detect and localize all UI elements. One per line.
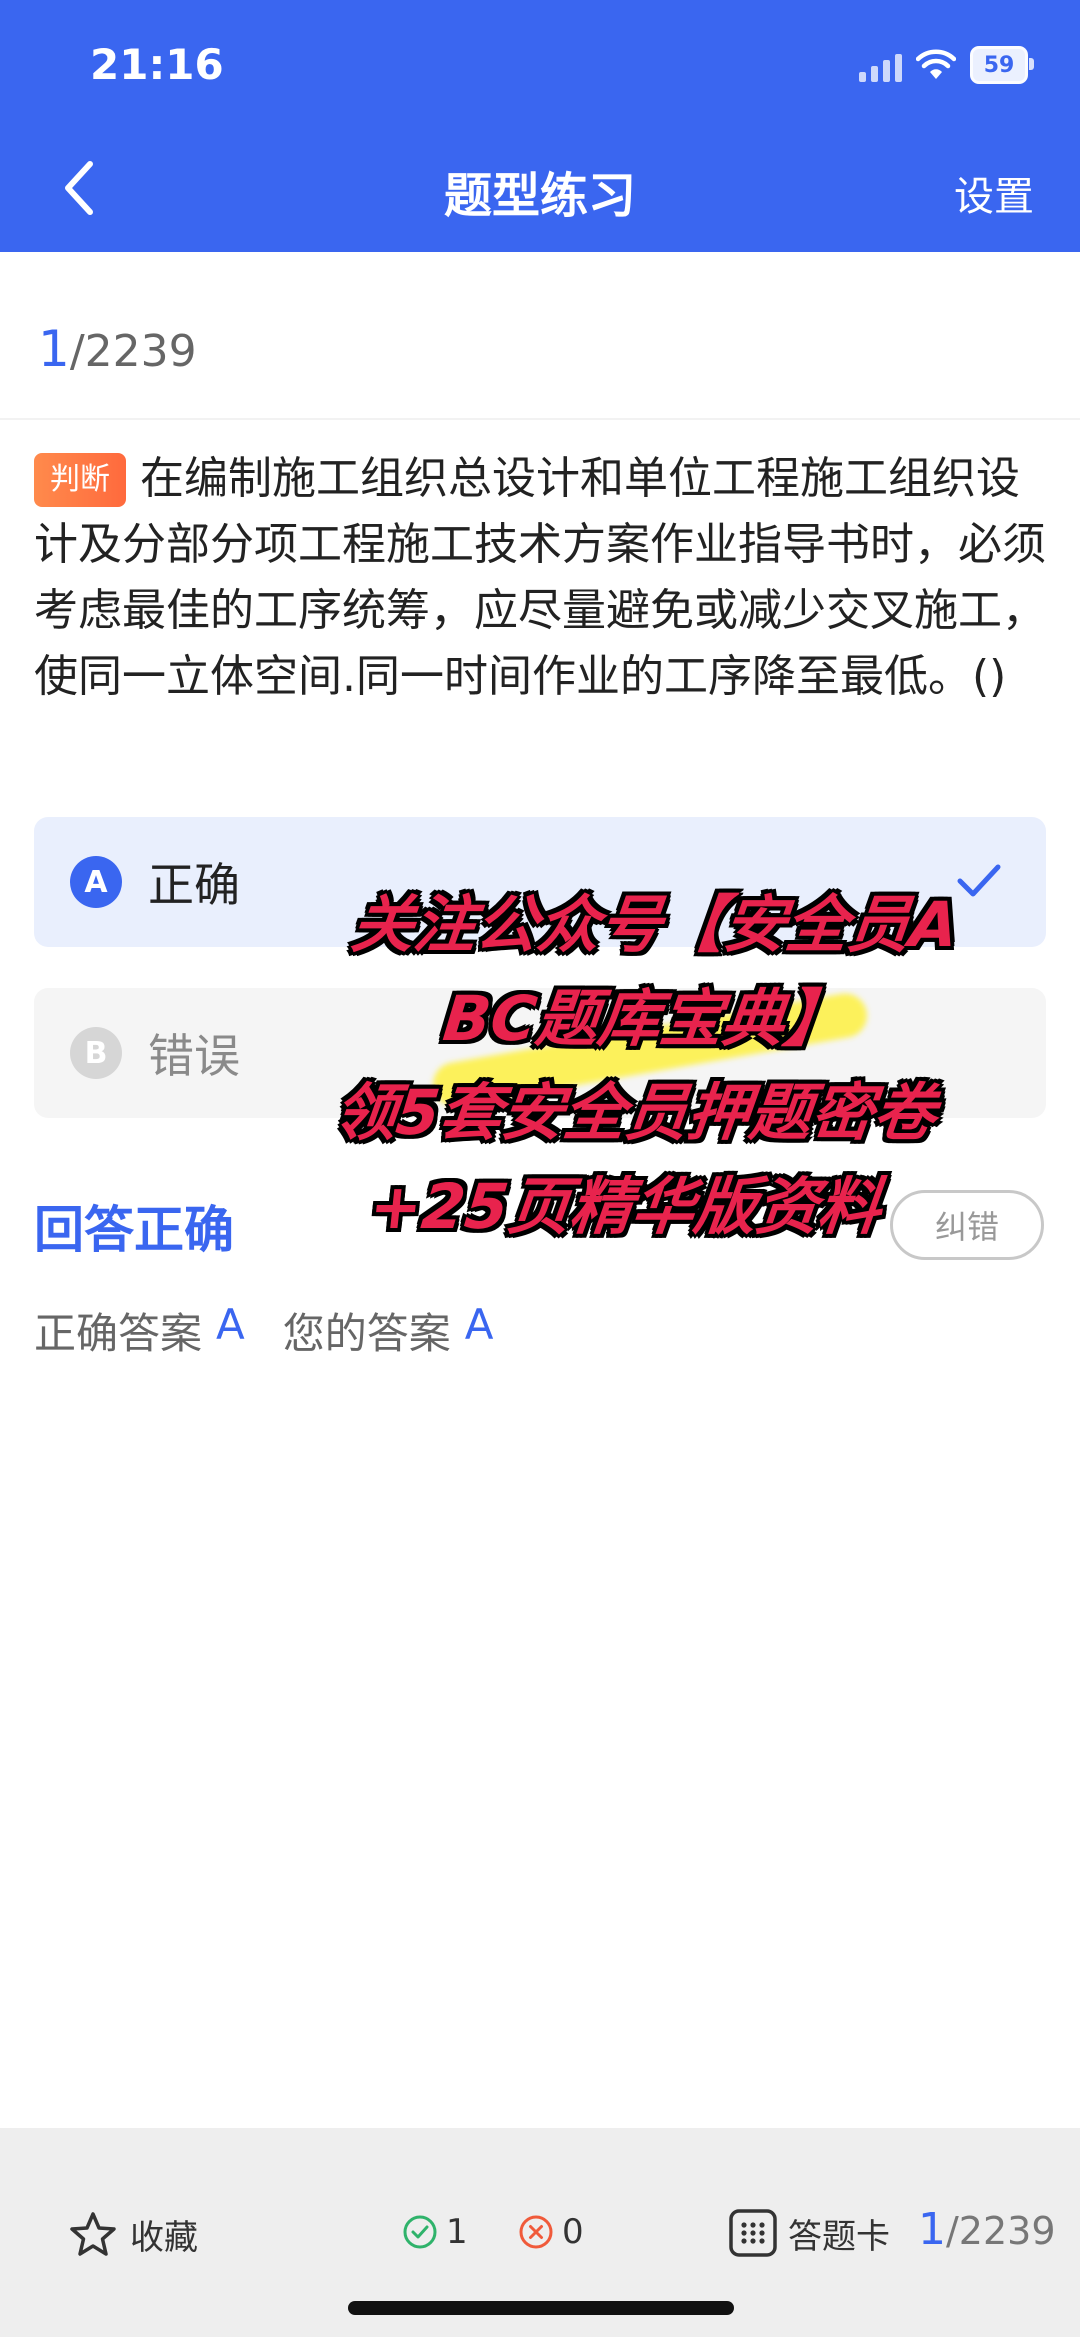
status-time: 21:16 — [90, 40, 224, 89]
page-title: 题型练习 — [443, 168, 636, 224]
divider — [0, 418, 1080, 420]
question-counter: 1/2239 — [38, 320, 197, 378]
promo-overlay-text: 关注公众号【安全员A BC题库宝典】 领5套安全员押题密卷 +25页精华版资料 — [270, 878, 1010, 1254]
option-label: 正确 — [148, 858, 240, 912]
star-icon — [70, 2211, 116, 2256]
answer-card-label: 答题卡 — [788, 2216, 890, 2257]
favorite-label: 收藏 — [130, 2218, 198, 2258]
promo-line: 领5套安全员押题密卷 — [330, 1076, 940, 1149]
x-circle-icon — [519, 2215, 553, 2249]
your-answer-label: 您的答案 — [282, 1309, 451, 1358]
wrong-count: 0 — [518, 2212, 584, 2252]
battery-icon: 59 — [970, 46, 1034, 84]
question-text-block: 判断 在编制施工组织总设计和单位工程施工组织设计及分部分项工程施工技术方案作业指导… — [34, 446, 1048, 710]
header-bar: 21:16 59 题型练习 设置 — [0, 0, 1080, 252]
answer-card-button[interactable]: 答题卡 — [728, 2208, 890, 2258]
bottom-counter-total: /2239 — [946, 2209, 1056, 2253]
counter-current: 1 — [38, 320, 70, 378]
answer-status: 回答正确 — [34, 1201, 234, 1259]
grid-icon — [729, 2209, 777, 2257]
check-circle-icon — [403, 2215, 437, 2249]
option-label: 错误 — [148, 1029, 240, 1083]
promo-line: BC题库宝典】 — [439, 982, 851, 1055]
correct-count-value: 1 — [446, 2212, 468, 2252]
question-type-badge: 判断 — [34, 453, 126, 507]
status-icons: 59 — [859, 46, 1034, 84]
cellular-signal-icon — [859, 48, 902, 82]
question-text: 在编制施工组织总设计和单位工程施工组织设计及分部分项工程施工技术方案作业指导书时… — [34, 453, 1046, 702]
correct-answer-label: 正确答案 — [34, 1309, 203, 1358]
answer-summary: 正确答案 A 您的答案 A — [34, 1300, 532, 1361]
wrong-count-value: 0 — [562, 2212, 584, 2252]
counter-total: /2239 — [69, 326, 197, 377]
wifi-icon — [916, 49, 956, 79]
favorite-button[interactable]: 收藏 — [68, 2210, 198, 2259]
your-answer-value: A — [464, 1300, 494, 1349]
promo-line: +25页精华版资料 — [366, 1170, 885, 1243]
correct-answer-value: A — [216, 1300, 245, 1349]
home-indicator[interactable] — [348, 2301, 734, 2315]
promo-line: 关注公众号【安全员A — [348, 888, 962, 961]
option-letter: B — [70, 1027, 122, 1079]
correct-count: 1 — [402, 2212, 468, 2252]
settings-button[interactable]: 设置 — [954, 164, 1034, 222]
bottom-progress-counter: 1/2239 — [918, 2204, 1056, 2255]
bottom-counter-current: 1 — [918, 2204, 946, 2255]
option-letter: A — [70, 856, 122, 908]
